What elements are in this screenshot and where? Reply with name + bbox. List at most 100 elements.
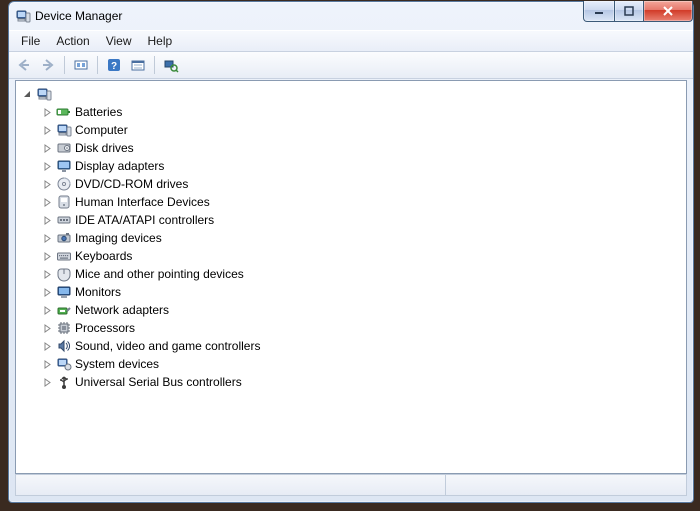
help-icon: ? — [106, 57, 122, 73]
system-icon — [56, 356, 72, 372]
expand-toggle[interactable] — [40, 357, 54, 371]
computer-icon — [36, 86, 52, 102]
expand-toggle[interactable] — [40, 177, 54, 191]
tree-item[interactable]: Monitors — [40, 283, 686, 301]
window-controls — [583, 1, 693, 22]
tree-item-label: Batteries — [75, 105, 122, 119]
tree-item-label: System devices — [75, 357, 159, 371]
tree-item-label: Mice and other pointing devices — [75, 267, 244, 281]
expand-toggle[interactable] — [40, 249, 54, 263]
expand-toggle[interactable] — [40, 285, 54, 299]
scan-button[interactable] — [160, 54, 182, 76]
sound-icon — [56, 338, 72, 354]
expand-toggle[interactable] — [40, 159, 54, 173]
expand-toggle[interactable] — [40, 123, 54, 137]
statusbar — [15, 474, 687, 496]
toolbar-separator — [64, 56, 65, 74]
tree-item-label: Processors — [75, 321, 135, 335]
toolbar-separator — [154, 56, 155, 74]
monitor-icon — [56, 284, 72, 300]
tree-item-label: Human Interface Devices — [75, 195, 210, 209]
properties-icon — [130, 57, 146, 73]
toolbar-separator — [97, 56, 98, 74]
status-cell — [446, 475, 686, 495]
tree-item-label: IDE ATA/ATAPI controllers — [75, 213, 214, 227]
tree-item[interactable]: Processors — [40, 319, 686, 337]
back-button[interactable] — [13, 54, 35, 76]
expand-toggle[interactable] — [40, 213, 54, 227]
expand-toggle[interactable] — [40, 195, 54, 209]
arrow-right-icon — [40, 57, 56, 73]
tree-item[interactable]: Keyboards — [40, 247, 686, 265]
close-button[interactable] — [644, 1, 693, 22]
expand-toggle[interactable] — [40, 303, 54, 317]
tree-item[interactable]: Display adapters — [40, 157, 686, 175]
mouse-icon — [56, 266, 72, 282]
tree-item[interactable]: Mice and other pointing devices — [40, 265, 686, 283]
tree-item[interactable]: Computer — [40, 121, 686, 139]
close-icon — [662, 5, 674, 17]
minimize-button[interactable] — [583, 1, 615, 22]
tree-item[interactable]: Batteries — [40, 103, 686, 121]
tree-item-label: Imaging devices — [75, 231, 162, 245]
keyboard-icon — [56, 248, 72, 264]
expand-toggle[interactable] — [40, 375, 54, 389]
tree-item-label: Display adapters — [75, 159, 164, 173]
expand-toggle[interactable] — [40, 321, 54, 335]
minimize-icon — [594, 6, 604, 16]
app-icon — [15, 8, 31, 24]
menu-action[interactable]: Action — [48, 32, 97, 50]
optical-icon — [56, 176, 72, 192]
tree-root[interactable] — [20, 85, 686, 103]
tree-item[interactable]: Human Interface Devices — [40, 193, 686, 211]
show-hidden-button[interactable] — [70, 54, 92, 76]
expand-toggle[interactable] — [40, 339, 54, 353]
tree-item[interactable]: Universal Serial Bus controllers — [40, 373, 686, 391]
properties-button[interactable] — [127, 54, 149, 76]
svg-text:?: ? — [111, 61, 117, 72]
expand-toggle[interactable] — [40, 267, 54, 281]
maximize-button[interactable] — [615, 1, 644, 22]
tree-item-label: Keyboards — [75, 249, 132, 263]
cpu-icon — [56, 320, 72, 336]
help-button[interactable]: ? — [103, 54, 125, 76]
arrow-left-icon — [16, 57, 32, 73]
tree-item-label: DVD/CD-ROM drives — [75, 177, 188, 191]
menubar: File Action View Help — [9, 30, 693, 52]
titlebar[interactable]: Device Manager — [9, 2, 693, 30]
expand-toggle[interactable] — [40, 141, 54, 155]
maximize-icon — [624, 6, 634, 16]
disk-icon — [56, 140, 72, 156]
imaging-icon — [56, 230, 72, 246]
usb-icon — [56, 374, 72, 390]
toolbar: ? — [9, 52, 693, 79]
network-icon — [56, 302, 72, 318]
tree-item[interactable]: Disk drives — [40, 139, 686, 157]
devices-icon — [73, 57, 89, 73]
tree-item[interactable]: Imaging devices — [40, 229, 686, 247]
menu-help[interactable]: Help — [140, 32, 181, 50]
scan-icon — [163, 57, 179, 73]
menu-view[interactable]: View — [98, 32, 140, 50]
tree-item[interactable]: Sound, video and game controllers — [40, 337, 686, 355]
tree-item-label: Disk drives — [75, 141, 134, 155]
device-manager-window: Device Manager File Action View Help — [8, 1, 694, 503]
forward-button[interactable] — [37, 54, 59, 76]
tree-item[interactable]: Network adapters — [40, 301, 686, 319]
battery-icon — [56, 104, 72, 120]
tree-panel[interactable]: Batteries Computer Disk drives Display adap… — [15, 80, 687, 474]
display-icon — [56, 158, 72, 174]
tree-item-label: Sound, video and game controllers — [75, 339, 260, 353]
tree-item[interactable]: IDE ATA/ATAPI controllers — [40, 211, 686, 229]
expand-toggle[interactable] — [40, 231, 54, 245]
tree-item[interactable]: System devices — [40, 355, 686, 373]
tree-item-label: Universal Serial Bus controllers — [75, 375, 242, 389]
device-tree: Batteries Computer Disk drives Display adap… — [16, 81, 686, 395]
tree-item[interactable]: DVD/CD-ROM drives — [40, 175, 686, 193]
tree-item-label: Network adapters — [75, 303, 169, 317]
expand-toggle[interactable] — [40, 105, 54, 119]
menu-file[interactable]: File — [13, 32, 48, 50]
hid-icon — [56, 194, 72, 210]
tree-item-label: Monitors — [75, 285, 121, 299]
expand-toggle[interactable] — [20, 87, 34, 101]
